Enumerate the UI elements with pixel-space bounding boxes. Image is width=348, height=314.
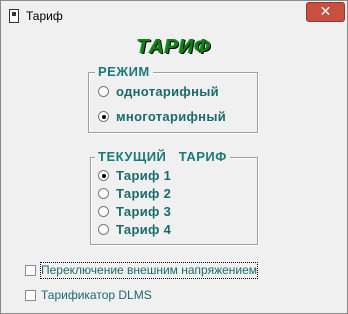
dlms-tariffer-checkbox[interactable]: [25, 290, 36, 301]
tariff-option-3[interactable]: Тариф 3: [98, 203, 198, 221]
radio-button[interactable]: [98, 86, 109, 97]
close-icon: ✕: [319, 4, 332, 20]
tariff-option-1[interactable]: Тариф 1: [98, 167, 198, 185]
dlms-tariffer-label[interactable]: Тарификатор DLMS: [41, 288, 152, 303]
radio-button[interactable]: [98, 170, 109, 181]
radio-label: Тариф 3: [116, 204, 172, 219]
radio-button[interactable]: [98, 188, 109, 199]
mode-group: РЕЖИМ однотарифный многотарифный: [88, 64, 258, 133]
current-tariff-group: ТЕКУЩИЙ ТАРИФ Тариф 1 Тариф 2 Тариф 3 Та…: [90, 149, 258, 245]
external-voltage-label[interactable]: Переключение внешним напряжением: [39, 262, 259, 279]
dialog-body: ТАРИФ РЕЖИМ однотарифный многотарифный Т…: [4, 31, 344, 310]
mode-group-legend: РЕЖИМ: [95, 64, 153, 79]
app-icon: [9, 9, 19, 23]
tariff-option-4[interactable]: Тариф 4: [98, 221, 198, 239]
tariff-option-2[interactable]: Тариф 2: [98, 185, 198, 203]
tariff-window: Тариф ✕ ТАРИФ РЕЖИМ однотарифный многота…: [0, 0, 348, 314]
radio-button[interactable]: [98, 111, 109, 122]
page-title: ТАРИФ: [136, 36, 212, 58]
radio-selected-dot: [102, 174, 106, 178]
external-voltage-checkbox[interactable]: [25, 265, 36, 276]
radio-label: Тариф 1: [116, 168, 172, 183]
window-title: Тариф: [26, 9, 63, 23]
radio-label: многотарифный: [116, 109, 227, 124]
radio-label: Тариф 2: [116, 186, 172, 201]
mode-option-single[interactable]: однотарифный: [98, 83, 248, 101]
radio-button[interactable]: [98, 206, 109, 217]
radio-button[interactable]: [98, 224, 109, 235]
mode-option-multi[interactable]: многотарифный: [98, 108, 248, 126]
radio-selected-dot: [102, 115, 106, 119]
radio-label: Тариф 4: [116, 222, 172, 237]
title-bar[interactable]: Тариф ✕: [1, 1, 347, 31]
close-button[interactable]: ✕: [306, 2, 345, 22]
current-tariff-group-legend: ТЕКУЩИЙ ТАРИФ: [95, 149, 230, 164]
radio-label: однотарифный: [116, 84, 219, 99]
